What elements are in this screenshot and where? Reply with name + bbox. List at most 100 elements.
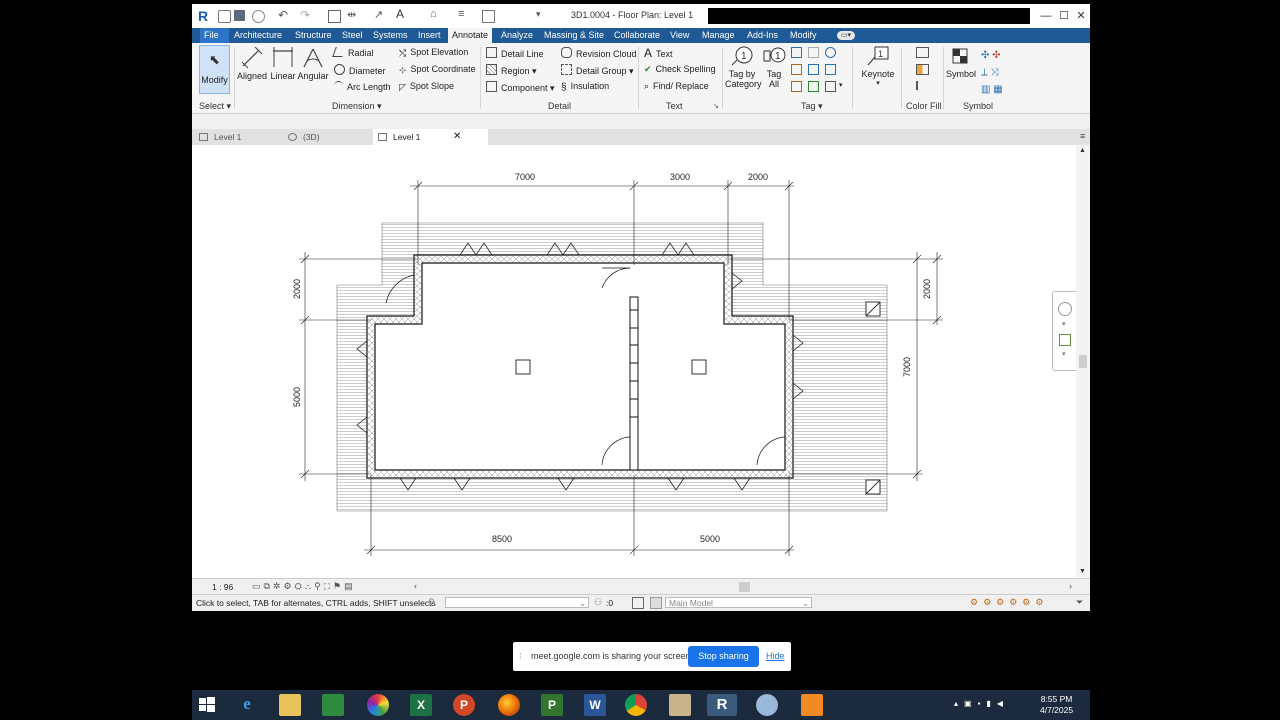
color-fill-legend-icon[interactable] xyxy=(916,47,929,58)
beam-system-icon[interactable]: ✣ xyxy=(992,50,1000,61)
view-scale[interactable]: 1 : 96 xyxy=(212,582,233,592)
text-icon[interactable]: A xyxy=(396,7,404,21)
dim-bottom-2[interactable]: 5000 xyxy=(700,534,720,544)
tag-all-button[interactable]: 1 Tag All xyxy=(760,45,788,89)
minimize-button[interactable]: — xyxy=(1038,9,1054,23)
horizontal-scroll-thumb[interactable] xyxy=(739,582,750,592)
ribbon-options-icon[interactable]: ▭▾ xyxy=(837,31,855,40)
aligned-dimension-button[interactable]: Aligned xyxy=(237,46,267,81)
picasa-icon[interactable] xyxy=(367,694,389,716)
text-dialog-launcher-icon[interactable]: ↘ xyxy=(713,102,719,110)
dim-right-2[interactable]: 7000 xyxy=(902,357,912,377)
undo-icon[interactable]: ↶ xyxy=(278,8,288,22)
notepad-icon[interactable] xyxy=(669,694,691,716)
chrome-icon[interactable] xyxy=(625,694,647,716)
multi-category-icon[interactable] xyxy=(808,47,819,58)
zoom-chevron-icon[interactable]: ▾ xyxy=(1062,350,1066,358)
tab-steel[interactable]: Steel xyxy=(338,28,367,43)
dim-right-1[interactable]: 2000 xyxy=(922,279,932,299)
tag-by-category-button[interactable]: 1 Tag by Category xyxy=(725,45,762,89)
symbol-button[interactable]: Symbol xyxy=(946,45,976,79)
main-model-dropdown[interactable]: Main Model ⌄ xyxy=(665,597,812,608)
space-tag-icon[interactable] xyxy=(825,64,836,75)
maximize-button[interactable]: ☐ xyxy=(1056,9,1072,23)
thin-lines-icon[interactable]: ≡ xyxy=(458,8,464,20)
workset-icon[interactable]: ⚲ xyxy=(428,597,435,608)
linear-dimension-button[interactable]: Linear xyxy=(268,47,298,81)
radial-button[interactable]: Radial xyxy=(332,47,374,58)
editing-requests-icon[interactable]: ⚇ xyxy=(594,597,602,608)
spot-coordinate-button[interactable]: ⊹ Spot Coordinate xyxy=(399,64,476,75)
paint-icon[interactable] xyxy=(756,694,778,716)
scroll-up-icon[interactable]: ▲ xyxy=(1079,147,1086,154)
room-marker[interactable] xyxy=(515,359,531,375)
text-button[interactable]: A Text xyxy=(644,46,673,60)
revit-icon[interactable]: R xyxy=(707,694,737,716)
path-reinforcement-icon[interactable]: ▥ xyxy=(981,84,990,95)
exterior-wall-inner[interactable] xyxy=(374,262,786,471)
area-tag-icon[interactable] xyxy=(791,64,802,75)
start-icon[interactable] xyxy=(196,694,218,716)
tag-more-chevron-icon[interactable]: ▾ xyxy=(839,81,843,89)
workset-dropdown[interactable]: ⌄ xyxy=(445,597,589,608)
stair-tread-icon[interactable]: ⟂ xyxy=(981,67,988,78)
orange-app-icon[interactable] xyxy=(801,694,823,716)
duct-legend-icon[interactable] xyxy=(916,64,929,75)
vertical-scrollbar[interactable]: ▲ ▼ xyxy=(1076,145,1090,578)
find-replace-button[interactable]: ⌕ Find/ Replace xyxy=(644,81,709,92)
tab-architecture[interactable]: Architecture xyxy=(230,28,286,43)
clock[interactable]: 8:55 PM 4/7/2025 xyxy=(1040,694,1073,716)
sync-icon[interactable] xyxy=(252,10,265,23)
drawing-canvas[interactable]: 7000 3000 2000 8500 5000 2000 5000 2000 … xyxy=(192,145,1080,578)
insulation-button[interactable]: § Insulation xyxy=(561,81,609,93)
filter-icon[interactable]: ⏷ xyxy=(1076,597,1083,608)
tab-view[interactable]: View xyxy=(666,28,693,43)
revision-cloud-button[interactable]: Revision Cloud xyxy=(561,47,637,59)
component-button[interactable]: Component ▾ xyxy=(486,81,555,94)
tab-insert[interactable]: Insert xyxy=(414,28,445,43)
spot-elevation-button[interactable]: ⤭ Spot Elevation xyxy=(399,47,468,58)
tab-massing-site[interactable]: Massing & Site xyxy=(540,28,608,43)
span-direction-icon[interactable]: ✣ xyxy=(981,50,989,61)
steering-wheel-icon[interactable] xyxy=(1058,302,1072,316)
scroll-right-icon[interactable]: › xyxy=(1069,581,1072,591)
interior-wall[interactable] xyxy=(629,296,639,471)
revit-logo-icon[interactable]: R xyxy=(198,8,208,24)
stair-path-icon[interactable] xyxy=(825,81,836,92)
view-control-icons[interactable]: ▭⧉✲⚙⛭⛬⚲⛶⚑▤ xyxy=(252,581,356,592)
customize-qat-icon[interactable]: ▾ xyxy=(536,9,541,20)
zoom-icon[interactable] xyxy=(1059,334,1071,346)
open-icon[interactable] xyxy=(218,10,231,23)
powerpoint-icon[interactable]: P xyxy=(453,694,475,716)
measure-icon[interactable]: ⇹ xyxy=(347,8,356,21)
dim-bottom-1[interactable]: 8500 xyxy=(492,534,512,544)
tag-panel-title[interactable]: Tag ▾ xyxy=(801,101,823,112)
design-options-icon[interactable] xyxy=(632,597,644,609)
tab-analyze[interactable]: Analyze xyxy=(497,28,537,43)
close-tab-icon[interactable]: ✕ xyxy=(453,129,461,145)
dim-top-3[interactable]: 2000 xyxy=(748,172,768,182)
redo-icon[interactable]: ↷ xyxy=(300,8,310,22)
view-reference-icon[interactable] xyxy=(791,81,802,92)
check-spelling-button[interactable]: ✔ Check Spelling xyxy=(644,64,716,75)
region-button[interactable]: Region ▾ xyxy=(486,64,537,77)
firefox-icon[interactable] xyxy=(498,694,520,716)
dim-top-2[interactable]: 3000 xyxy=(670,172,690,182)
keynote-button[interactable]: 1 Keynote ▾ xyxy=(859,45,897,87)
tab-structure[interactable]: Structure xyxy=(291,28,336,43)
dim-left-2[interactable]: 5000 xyxy=(292,387,302,407)
modify-button[interactable]: ⬉ Modify xyxy=(199,45,230,94)
internet-explorer-icon[interactable]: e xyxy=(236,694,258,716)
file-explorer-icon[interactable] xyxy=(279,694,301,716)
spot-slope-button[interactable]: ◸ Spot Slope xyxy=(399,81,454,92)
tab-list-icon[interactable]: ≡ xyxy=(1080,131,1085,141)
dimension-panel-title[interactable]: Dimension ▾ xyxy=(332,101,382,112)
switch-windows-icon[interactable] xyxy=(482,10,495,23)
info-center-search[interactable] xyxy=(708,8,1030,24)
floor-plan-drawing[interactable]: 7000 3000 2000 8500 5000 2000 5000 2000 … xyxy=(192,145,1080,578)
active-design-option-icon[interactable] xyxy=(650,597,662,609)
tab-manage[interactable]: Manage xyxy=(698,28,739,43)
print-icon[interactable] xyxy=(328,10,341,23)
tab-annotate[interactable]: Annotate xyxy=(448,28,493,43)
room-marker[interactable] xyxy=(691,359,707,375)
